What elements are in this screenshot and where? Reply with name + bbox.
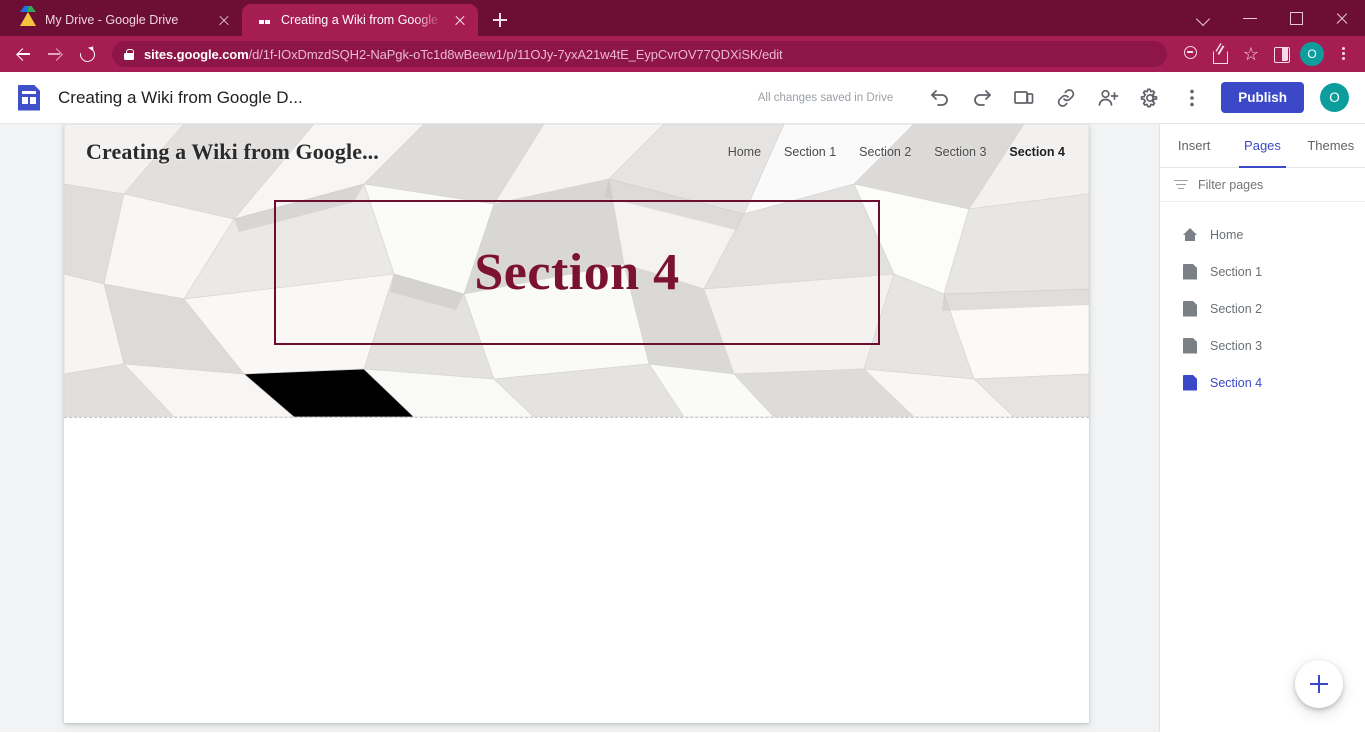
page-card: Creating a Wiki from Google... Home Sect… — [64, 124, 1089, 723]
url-path: /d/1f-IOxDmzdSQH2-NaPgk-oTc1d8wBeew1/p/1… — [248, 46, 783, 62]
site-name[interactable]: Creating a Wiki from Google... — [86, 139, 379, 165]
tab-title: My Drive - Google Drive — [45, 13, 179, 27]
add-page-button[interactable] — [1295, 660, 1343, 708]
back-arrow-icon[interactable] — [8, 39, 38, 69]
sites-header-actions: Publish O — [919, 78, 1353, 118]
forward-arrow-icon[interactable] — [40, 39, 70, 69]
url-domain: sites.google.com — [144, 46, 249, 62]
page-item-label: Home — [1210, 227, 1244, 242]
google-sites-icon — [256, 12, 272, 28]
filter-pages-input[interactable] — [1198, 177, 1351, 192]
tab-strip: My Drive - Google Drive Creating a Wiki … — [0, 0, 1365, 36]
sites-app-header: Creating a Wiki from Google D... All cha… — [0, 72, 1365, 124]
google-sites-doc-icon[interactable] — [18, 84, 40, 111]
pages-list: Home Section 1 Section 2 Section 3 Secti… — [1160, 202, 1365, 401]
page-icon — [1183, 337, 1197, 354]
page-icon — [1183, 300, 1197, 317]
page-list-item-home[interactable]: Home — [1160, 216, 1365, 253]
page-icon — [1183, 374, 1197, 391]
reload-icon[interactable] — [72, 39, 102, 69]
page-heading: Section 4 — [474, 243, 680, 301]
browser-toolbar: sites.google.com/d/1f-IOxDmzdSQH2-NaPgk-… — [0, 36, 1365, 72]
settings-gear-icon[interactable] — [1129, 78, 1171, 118]
nav-link-section-2[interactable]: Section 2 — [859, 145, 911, 159]
browser-toolbar-icons: O — [1177, 40, 1357, 68]
editor-workspace: Creating a Wiki from Google... Home Sect… — [0, 124, 1365, 732]
nav-links: Home Section 1 Section 2 Section 3 Secti… — [728, 145, 1073, 159]
page-item-label: Section 2 — [1210, 301, 1263, 316]
browser-window: My Drive - Google Drive Creating a Wiki … — [0, 0, 1365, 733]
page-item-label: Section 4 — [1210, 375, 1263, 390]
page-item-label: Section 3 — [1210, 338, 1263, 353]
window-controls — [1181, 0, 1365, 36]
page-list-item-section-2[interactable]: Section 2 — [1160, 290, 1365, 327]
filter-icon — [1174, 179, 1188, 191]
nav-link-section-4[interactable]: Section 4 — [1009, 145, 1065, 159]
share-icon[interactable] — [1207, 40, 1235, 68]
maximize-button[interactable] — [1273, 0, 1319, 36]
close-icon[interactable] — [452, 12, 468, 28]
address-bar[interactable]: sites.google.com/d/1f-IOxDmzdSQH2-NaPgk-… — [112, 41, 1167, 67]
tab-pages[interactable]: Pages — [1228, 124, 1296, 168]
save-status-text: All changes saved in Drive — [757, 91, 894, 104]
nav-link-section-1[interactable]: Section 1 — [784, 145, 836, 159]
redo-icon[interactable] — [961, 78, 1003, 118]
side-panel-icon[interactable] — [1267, 40, 1295, 68]
new-tab-button[interactable] — [486, 6, 514, 34]
page-list-item-section-4[interactable]: Section 4 — [1160, 364, 1365, 401]
tab-insert[interactable]: Insert — [1160, 124, 1228, 167]
page-icon — [1183, 263, 1197, 280]
undo-icon[interactable] — [919, 78, 961, 118]
page-content-area[interactable] — [64, 418, 1089, 723]
nav-link-home[interactable]: Home — [728, 145, 761, 159]
publish-button[interactable]: Publish — [1221, 82, 1304, 113]
browser-tab-sites[interactable]: Creating a Wiki from Google Doc — [242, 4, 478, 36]
tab-title: Creating a Wiki from Google Doc — [281, 13, 443, 27]
kebab-menu-icon[interactable] — [1329, 40, 1357, 68]
search-icon[interactable] — [1177, 40, 1205, 68]
minimize-button[interactable] — [1227, 0, 1273, 36]
tab-search-chevron-down-icon[interactable] — [1181, 0, 1227, 36]
filter-pages-row[interactable] — [1160, 168, 1365, 202]
more-options-icon[interactable] — [1171, 78, 1213, 118]
close-window-button[interactable] — [1319, 0, 1365, 36]
page-list-item-section-3[interactable]: Section 3 — [1160, 327, 1365, 364]
share-with-others-icon[interactable] — [1087, 78, 1129, 118]
account-avatar[interactable]: O — [1320, 83, 1349, 112]
home-icon — [1183, 227, 1197, 243]
nav-link-section-3[interactable]: Section 3 — [934, 145, 986, 159]
panel-tabs: Insert Pages Themes — [1160, 124, 1365, 168]
close-icon[interactable] — [216, 12, 232, 28]
tab-themes[interactable]: Themes — [1297, 124, 1365, 167]
preview-icon[interactable] — [1003, 78, 1045, 118]
google-drive-icon — [20, 12, 36, 28]
page-list-item-section-1[interactable]: Section 1 — [1160, 253, 1365, 290]
copy-link-icon[interactable] — [1045, 78, 1087, 118]
lock-icon — [124, 48, 134, 60]
browser-tab-drive[interactable]: My Drive - Google Drive — [6, 4, 242, 36]
bookmark-star-icon[interactable] — [1237, 40, 1265, 68]
site-canvas: Creating a Wiki from Google... Home Sect… — [0, 124, 1159, 732]
page-item-label: Section 1 — [1210, 264, 1263, 279]
sidebar-panel: Insert Pages Themes Home Section 1 — [1159, 124, 1365, 732]
page-title-textbox[interactable]: Section 4 — [274, 200, 880, 345]
url-text: sites.google.com/d/1f-IOxDmzdSQH2-NaPgk-… — [144, 47, 783, 62]
page-title[interactable]: Creating a Wiki from Google D... — [58, 88, 303, 108]
site-navigation-bar: Creating a Wiki from Google... Home Sect… — [64, 124, 1089, 180]
site-banner[interactable]: Creating a Wiki from Google... Home Sect… — [64, 124, 1089, 417]
chrome-profile-avatar[interactable]: O — [1300, 42, 1324, 66]
